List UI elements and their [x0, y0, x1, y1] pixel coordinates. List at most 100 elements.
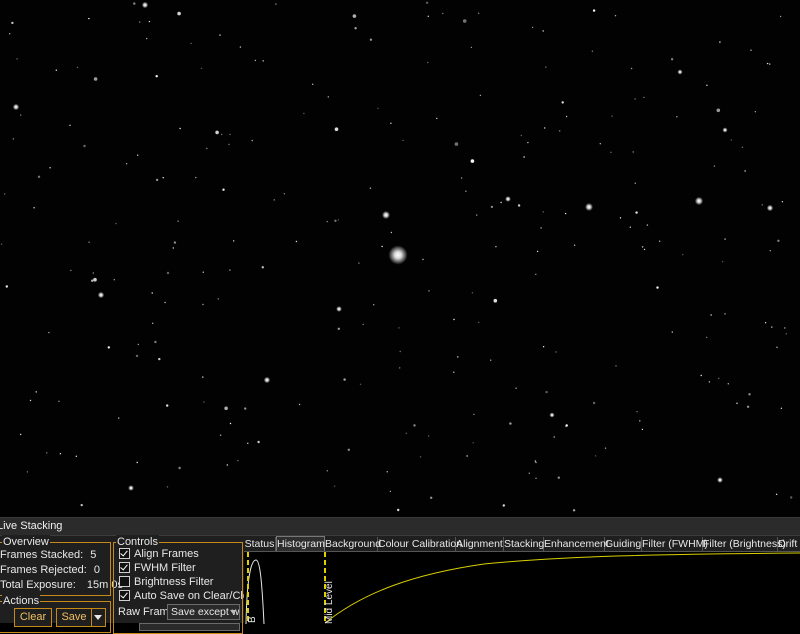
tab-guiding[interactable]: Guiding: [605, 537, 642, 551]
tab-alignment[interactable]: Alignment: [456, 537, 504, 551]
auto-save-label: Auto Save on Clear/Close: [134, 590, 261, 602]
star: [261, 266, 264, 269]
tab-drift[interactable]: Drift: [778, 537, 800, 551]
brightness-filter-label: Brightness Filter: [134, 576, 214, 588]
histogram-chart: B Mid Level: [245, 552, 800, 624]
actions-title: Actions: [2, 594, 41, 608]
star: [670, 58, 674, 61]
brightness-filter-checkbox[interactable]: [119, 575, 130, 587]
clear-button[interactable]: Clear: [14, 608, 52, 627]
star: [564, 212, 567, 215]
star: [643, 96, 645, 99]
star: [545, 66, 547, 68]
star: [619, 217, 622, 219]
star: [257, 440, 260, 444]
star: [373, 304, 375, 306]
star: [754, 111, 757, 113]
star: [93, 77, 98, 81]
overview-title: Overview: [2, 535, 50, 549]
align-frames-option[interactable]: Align Frames: [119, 547, 199, 561]
star: [46, 452, 48, 454]
star: [390, 122, 392, 125]
star: [233, 240, 235, 242]
star: [472, 442, 474, 444]
star: [643, 248, 646, 251]
tab-colour-calibration[interactable]: Colour Calibration: [378, 537, 462, 551]
stars: [0, 1, 793, 512]
star: [5, 285, 8, 288]
controls-group: Controls Align Frames FWHM Filter Bright…: [113, 535, 261, 634]
star: [390, 231, 393, 234]
raw-frames-secondary-field[interactable]: [139, 623, 240, 631]
bright-star: [382, 211, 390, 219]
star: [604, 447, 607, 449]
fwhm-filter-checkbox[interactable]: [119, 561, 130, 573]
bright-star: [722, 127, 728, 133]
tab-stacking[interactable]: Stacking: [504, 537, 544, 551]
save-dropdown-button[interactable]: [91, 608, 106, 627]
star: [781, 201, 784, 203]
tab-histogram[interactable]: Histogram: [276, 536, 325, 552]
star: [399, 350, 401, 353]
star: [646, 224, 649, 226]
star: [237, 460, 239, 462]
star: [107, 346, 111, 349]
tab-filter-fwhm[interactable]: Filter (FWHM): [642, 537, 708, 551]
bright-star: [766, 204, 774, 212]
star: [466, 455, 468, 457]
auto-save-option[interactable]: Auto Save on Clear/Close: [119, 589, 261, 603]
star: [750, 49, 752, 51]
star: [254, 59, 257, 62]
star: [535, 477, 537, 479]
star: [275, 3, 277, 5]
transfer-curve: [324, 552, 800, 624]
tab-status[interactable]: Status: [244, 537, 276, 551]
star: [534, 460, 537, 462]
star: [656, 286, 659, 289]
star: [780, 407, 783, 409]
star: [422, 258, 424, 261]
tab-background[interactable]: Background: [325, 537, 381, 551]
panel-title-bar[interactable]: Live Stacking: [0, 518, 800, 536]
star: [542, 346, 545, 348]
star: [26, 471, 29, 473]
star: [158, 357, 161, 361]
star: [358, 262, 360, 264]
brightness-filter-option[interactable]: Brightness Filter: [119, 575, 214, 589]
star: [295, 240, 298, 243]
star: [502, 504, 505, 507]
frames-rejected-value: 0: [93, 564, 100, 576]
star: [148, 20, 151, 23]
star: [790, 496, 793, 499]
star: [544, 127, 546, 129]
star: [173, 241, 177, 244]
save-button[interactable]: Save: [56, 608, 92, 627]
star: [557, 476, 560, 479]
stacked-image-view[interactable]: [0, 0, 800, 517]
star: [746, 405, 750, 408]
star: [190, 42, 192, 45]
bright-star: [717, 477, 723, 483]
star: [457, 356, 459, 358]
histogram-view[interactable]: B Mid Level: [244, 551, 800, 624]
star: [572, 509, 576, 512]
star: [48, 331, 50, 334]
tab-filter-brightness[interactable]: Filter (Brightness): [703, 537, 786, 551]
align-frames-checkbox[interactable]: [119, 547, 130, 559]
star: [312, 83, 314, 86]
fwhm-filter-option[interactable]: FWHM Filter: [119, 561, 196, 575]
star: [658, 240, 661, 242]
tab-bar: Status Histogram Background Colour Calib…: [244, 536, 800, 552]
star: [419, 456, 422, 458]
star: [436, 117, 438, 120]
star: [636, 411, 638, 413]
star: [154, 340, 157, 344]
tab-enhancement[interactable]: Enhancement: [544, 537, 609, 551]
raw-frames-select[interactable]: Save except w: [167, 604, 240, 620]
bright-star: [585, 203, 593, 211]
auto-save-checkbox[interactable]: [119, 589, 130, 601]
star: [11, 21, 14, 25]
star: [479, 94, 482, 97]
star: [471, 292, 474, 294]
star: [777, 239, 780, 242]
